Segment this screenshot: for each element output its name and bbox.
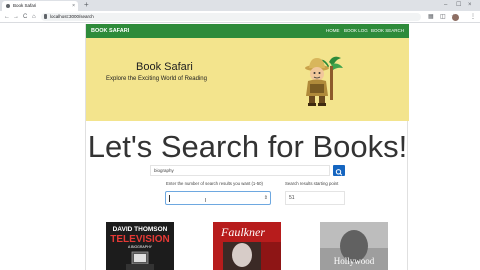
new-tab-button[interactable]: + [84,0,89,10]
profile-avatar[interactable] [452,14,459,21]
spinner-arrows-icon[interactable]: ⇕ [264,194,268,203]
back-button[interactable]: ← [4,12,10,22]
close-window-button[interactable]: × [468,0,472,10]
site-navbar: BOOK SAFARI HOME BOOK LOG BOOK SEARCH [86,24,409,38]
info-icon[interactable] [44,14,47,19]
hero-subtitle: Explore the Exciting World of Reading [106,76,207,82]
address-bar[interactable]: localhost:3000/search ☆ [41,13,456,21]
brand-link[interactable]: BOOK SAFARI [91,24,129,38]
start-point-input[interactable] [285,191,345,205]
cast-icon[interactable]: ◫ [440,12,446,22]
maximize-button[interactable]: ☐ [456,0,461,10]
book-subtitle-text: A BIOGRAPHY [128,245,153,249]
start-point-label: Search results starting point [285,181,339,186]
text-caret [169,195,170,202]
hero-title: Book Safari [136,61,193,73]
tab-title: Book Safari [13,3,37,8]
num-results-input[interactable]: ⇕ [165,191,271,205]
forward-button[interactable]: → [13,12,19,22]
globe-icon [6,4,10,8]
search-icon [335,169,343,176]
hero-banner: Book Safari Explore the Exciting World o… [86,38,409,121]
minimize-button[interactable]: – [444,0,447,10]
search-input[interactable] [150,165,330,176]
book-author-text: DAVID THOMSON [113,226,168,233]
home-button[interactable]: ⌂ [32,12,36,22]
book-cover-television[interactable]: DAVID THOMSON TELEVISION A BIOGRAPHY [106,222,174,270]
search-row [150,165,346,176]
browser-toolbar: ← → C ⌂ localhost:3000/search ☆ ▦ ◫ ⋮ [0,11,480,23]
text-cursor-ibeam [205,198,206,202]
nav-book-search-link[interactable]: BOOK SEARCH [371,24,404,38]
num-results-label: Enter the number of search results you w… [166,181,263,186]
site-container: BOOK SAFARI HOME BOOK LOG BOOK SEARCH Bo… [85,24,409,270]
url-text: localhost:3000/search [50,14,94,19]
page-headline: Let's Search for Books! [87,129,408,164]
book-cover-hollywood[interactable]: Hollywood [320,222,388,270]
nav-book-log-link[interactable]: BOOK LOG [344,24,368,38]
reload-button[interactable]: C [23,12,27,22]
menu-icon[interactable]: ⋮ [470,12,476,22]
close-tab-icon[interactable]: × [72,2,75,10]
page-viewport: BOOK SAFARI HOME BOOK LOG BOOK SEARCH Bo… [0,24,480,270]
book-cover-faulkner[interactable]: Faulkner [213,222,281,270]
book-title-text: Hollywood [334,256,375,266]
book-title-text: TELEVISION [110,234,169,245]
book-title-text: Faulkner [220,225,265,239]
browser-tabstrip: Book Safari × + – ☐ × [0,0,480,11]
nav-home-link[interactable]: HOME [326,24,340,38]
browser-tab[interactable]: Book Safari × [2,1,78,11]
extensions-icon[interactable]: ▦ [428,12,434,22]
explorer-mascot-icon [305,56,343,106]
search-button[interactable] [333,165,345,176]
